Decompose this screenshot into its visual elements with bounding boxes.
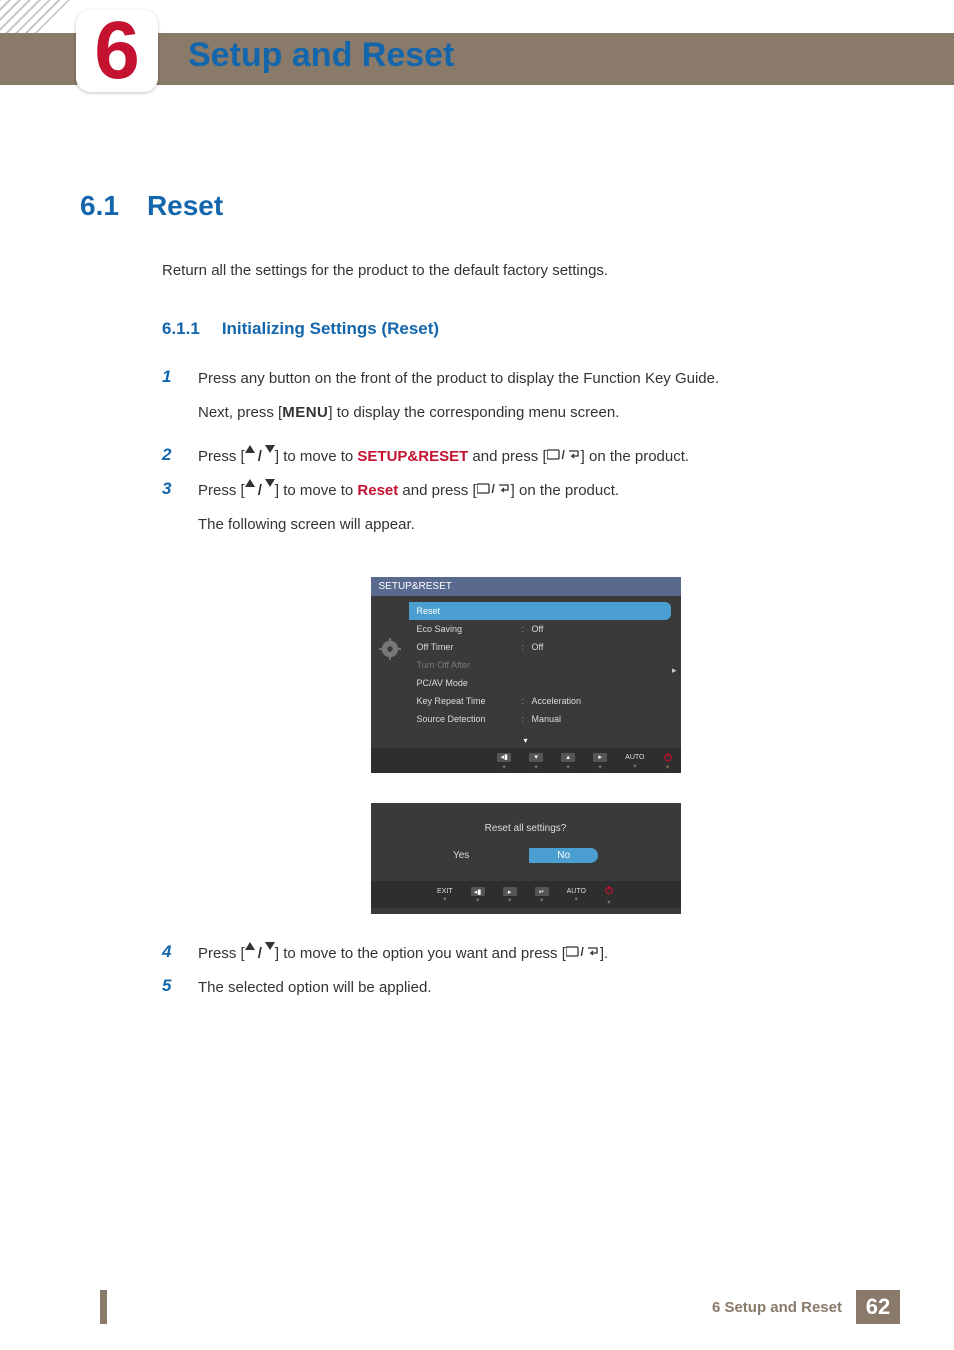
step-text: ] to move to	[275, 482, 358, 499]
osd-footer-down-icon: ▾▾	[529, 753, 543, 771]
footer-stripe	[100, 1290, 107, 1324]
step-text: ] to move to the option you want and pre…	[275, 945, 566, 962]
osd-menu-row[interactable]: Turn Off After	[409, 656, 671, 674]
osd-setup-reset-menu: SETUP&RESET ResetEco Saving:OffOff Timer…	[371, 577, 681, 773]
subsection-number: 6.1.1	[162, 319, 200, 339]
osd-footer-enter-icon: ↵▾	[535, 887, 549, 904]
svg-text:/: /	[561, 449, 565, 461]
enter-source-icon: /	[547, 445, 581, 469]
osd-footer-power-icon: ▾	[604, 885, 614, 906]
step-text: and press [	[398, 482, 476, 499]
right-arrow-icon: ▸	[672, 665, 677, 676]
step-text: ] to display the corresponding menu scre…	[328, 404, 619, 421]
osd-footer-exit: EXIT▾	[437, 888, 453, 903]
up-down-icon: /	[245, 479, 275, 503]
svg-text:/: /	[580, 946, 584, 958]
step-body: Press [/] to move to the option you want…	[198, 942, 889, 966]
step-number: 4	[162, 942, 180, 962]
osd-option-yes[interactable]: Yes	[453, 848, 469, 863]
step-body: The selected option will be applied.	[198, 976, 889, 1000]
osd-footer-right-icon: ▸▾	[503, 887, 517, 904]
step-text: Press [	[198, 945, 245, 962]
step-number: 2	[162, 445, 180, 465]
osd-footer: ◂▮▾ ▾▾ ▴▾ ▸▾ AUTO▾ ▾	[371, 748, 681, 773]
chapter-number-badge: 6	[76, 10, 158, 92]
osd-row-value: Off	[532, 642, 671, 652]
step-number: 1	[162, 367, 180, 387]
osd-footer-auto: AUTO▾	[567, 888, 586, 903]
osd-row-label: Key Repeat Time	[417, 696, 522, 706]
osd-row-label: Eco Saving	[417, 624, 522, 634]
step-number: 3	[162, 479, 180, 499]
osd-menu-row[interactable]: Source Detection:Manual	[409, 710, 671, 728]
step-body: Press [/] to move to Reset and press [/]…	[198, 479, 889, 547]
osd-row-label: Off Timer	[417, 642, 522, 652]
step-text: Press [	[198, 482, 245, 499]
step-body: Press any button on the front of the pro…	[198, 367, 889, 435]
step-text: Next, press [	[198, 404, 282, 421]
osd-footer-right-icon: ▸▾	[593, 753, 607, 771]
osd-row-label: Source Detection	[417, 714, 522, 724]
osd-reset-confirm: Reset all settings? Yes No EXIT▾ ◂▮▾ ▸▾ …	[371, 803, 681, 914]
chapter-title: Setup and Reset	[188, 36, 454, 75]
enter-source-icon: /	[566, 942, 600, 966]
section-number: 6.1	[80, 190, 119, 222]
osd-menu-row[interactable]: Reset	[409, 602, 671, 620]
osd-menu-row[interactable]: Key Repeat Time:Acceleration	[409, 692, 671, 710]
osd-option-no[interactable]: No	[529, 848, 598, 863]
step-text: Press [	[198, 448, 245, 465]
step-text: ] on the product.	[581, 448, 689, 465]
step-text: ] to move to	[275, 448, 358, 465]
osd-row-label: Turn Off After	[417, 660, 522, 670]
step-text: ].	[600, 945, 608, 962]
menu-button-label: MENU	[282, 404, 328, 421]
osd-footer-auto: AUTO▾	[625, 754, 644, 770]
step-text: ] on the product.	[511, 482, 619, 499]
osd-row-value: Acceleration	[532, 696, 671, 706]
osd-footer-left-icon: ◂▮▾	[471, 887, 485, 904]
osd-row-value: Off	[532, 624, 671, 634]
section-title: Reset	[147, 190, 223, 222]
osd-menu-row[interactable]: PC/AV Mode	[409, 674, 671, 692]
section-description: Return all the settings for the product …	[162, 262, 889, 279]
highlight-term: SETUP&RESET	[357, 448, 468, 465]
osd-menu-row[interactable]: Eco Saving:Off	[409, 620, 671, 638]
osd-footer-left-icon: ◂▮▾	[497, 753, 511, 771]
osd-footer: EXIT▾ ◂▮▾ ▸▾ ↵▾ AUTO▾ ▾	[371, 881, 681, 908]
step-body: Press [/] to move to SETUP&RESET and pre…	[198, 445, 889, 469]
step-text: Press any button on the front of the pro…	[198, 370, 719, 387]
osd-row-label: PC/AV Mode	[417, 678, 522, 688]
footer-chapter-label: 6 Setup and Reset	[712, 1290, 856, 1324]
chapter-number: 6	[94, 10, 140, 92]
svg-text:/: /	[491, 483, 495, 495]
page-footer: 6 Setup and Reset 62	[0, 1290, 954, 1324]
step-text: and press [	[468, 448, 546, 465]
osd-footer-up-icon: ▴▾	[561, 753, 575, 771]
osd-confirm-question: Reset all settings?	[371, 823, 681, 834]
osd-row-label: Reset	[417, 606, 522, 616]
highlight-term: Reset	[357, 482, 398, 499]
osd-side-icon	[371, 596, 409, 734]
osd-menu-row[interactable]: Off Timer:Off	[409, 638, 671, 656]
scroll-down-icon: ▾	[371, 734, 681, 748]
footer-page-number: 62	[856, 1290, 900, 1324]
step-number: 5	[162, 976, 180, 996]
osd-row-value: Manual	[532, 714, 671, 724]
up-down-icon: /	[245, 942, 275, 966]
osd-title: SETUP&RESET	[371, 577, 681, 596]
enter-source-icon: /	[477, 479, 511, 503]
subsection-title: Initializing Settings (Reset)	[222, 319, 439, 339]
up-down-icon: /	[245, 445, 275, 469]
step-text: The following screen will appear.	[198, 513, 889, 537]
osd-footer-power-icon: ▾	[663, 752, 673, 771]
